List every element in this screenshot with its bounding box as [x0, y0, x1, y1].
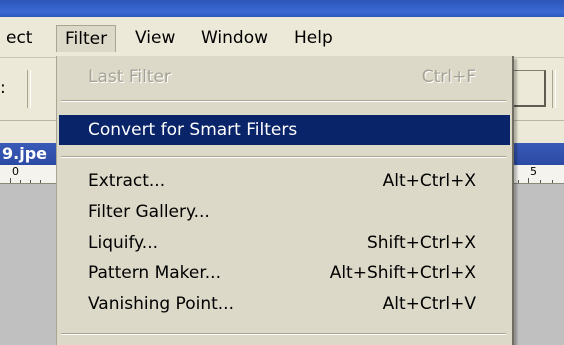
menu-item-extract[interactable]: Extract... Alt+Ctrl+X	[59, 166, 510, 196]
menu-item-filter-gallery[interactable]: Filter Gallery...	[59, 197, 510, 227]
menu-select[interactable]: ect	[0, 25, 40, 51]
menu-item-label: Last Filter	[88, 67, 171, 87]
toolbar-separator	[27, 70, 31, 108]
window-title-bar	[0, 0, 564, 17]
menu-item-label: Extract...	[88, 171, 166, 191]
menu-filter[interactable]: Filter	[56, 25, 117, 52]
menu-item-label: Pattern Maker...	[88, 263, 221, 283]
menu-help[interactable]: Help	[286, 25, 341, 51]
menu-item-last-filter[interactable]: Last Filter Ctrl+F	[59, 62, 510, 92]
ruler-tick	[552, 180, 553, 183]
menu-item-label: Liquify...	[88, 233, 159, 253]
menu-separator	[61, 156, 506, 158]
ruler-tick	[40, 180, 41, 183]
toolbar-separator	[552, 70, 556, 108]
menu-item-convert-for-smart-filters[interactable]: Convert for Smart Filters	[59, 115, 510, 145]
ruler-tick	[10, 178, 11, 183]
menu-separator	[61, 100, 506, 102]
menu-window[interactable]: Window	[193, 25, 276, 51]
ruler-tick	[518, 180, 519, 183]
ruler-tick	[30, 180, 31, 183]
filter-dropdown-menu: Last Filter Ctrl+F Convert for Smart Fil…	[56, 56, 514, 345]
menu-item-shortcut: Alt+Ctrl+X	[382, 171, 476, 191]
menu-item-liquify[interactable]: Liquify... Shift+Ctrl+X	[59, 228, 510, 258]
ruler-tick	[540, 180, 541, 183]
menu-item-label: Filter Gallery...	[88, 202, 210, 222]
menu-separator	[61, 333, 506, 335]
document-tab-label: 9.jpe	[2, 144, 47, 163]
menu-item-label: Convert for Smart Filters	[88, 120, 298, 140]
menu-item-label: Vanishing Point...	[88, 294, 234, 314]
ruler-tick	[528, 178, 529, 183]
toolbar-fragment: :	[0, 78, 6, 98]
menu-item-shortcut: Alt+Ctrl+V	[382, 294, 476, 314]
menu-bar: ect Filter View Window Help	[0, 17, 564, 58]
menu-view[interactable]: View	[127, 25, 183, 51]
menu-item-shortcut: Ctrl+F	[421, 67, 476, 87]
menu-item-pattern-maker[interactable]: Pattern Maker... Alt+Shift+Ctrl+X	[59, 258, 510, 288]
menu-item-vanishing-point[interactable]: Vanishing Point... Alt+Ctrl+V	[59, 289, 510, 319]
menu-item-shortcut: Alt+Shift+Ctrl+X	[329, 263, 476, 283]
ruler-label-5: 5	[530, 165, 537, 178]
ruler-label-0: 0	[12, 165, 19, 178]
menu-item-shortcut: Shift+Ctrl+X	[366, 233, 476, 253]
ruler-tick	[20, 180, 21, 183]
toolbar-button[interactable]	[513, 70, 546, 107]
